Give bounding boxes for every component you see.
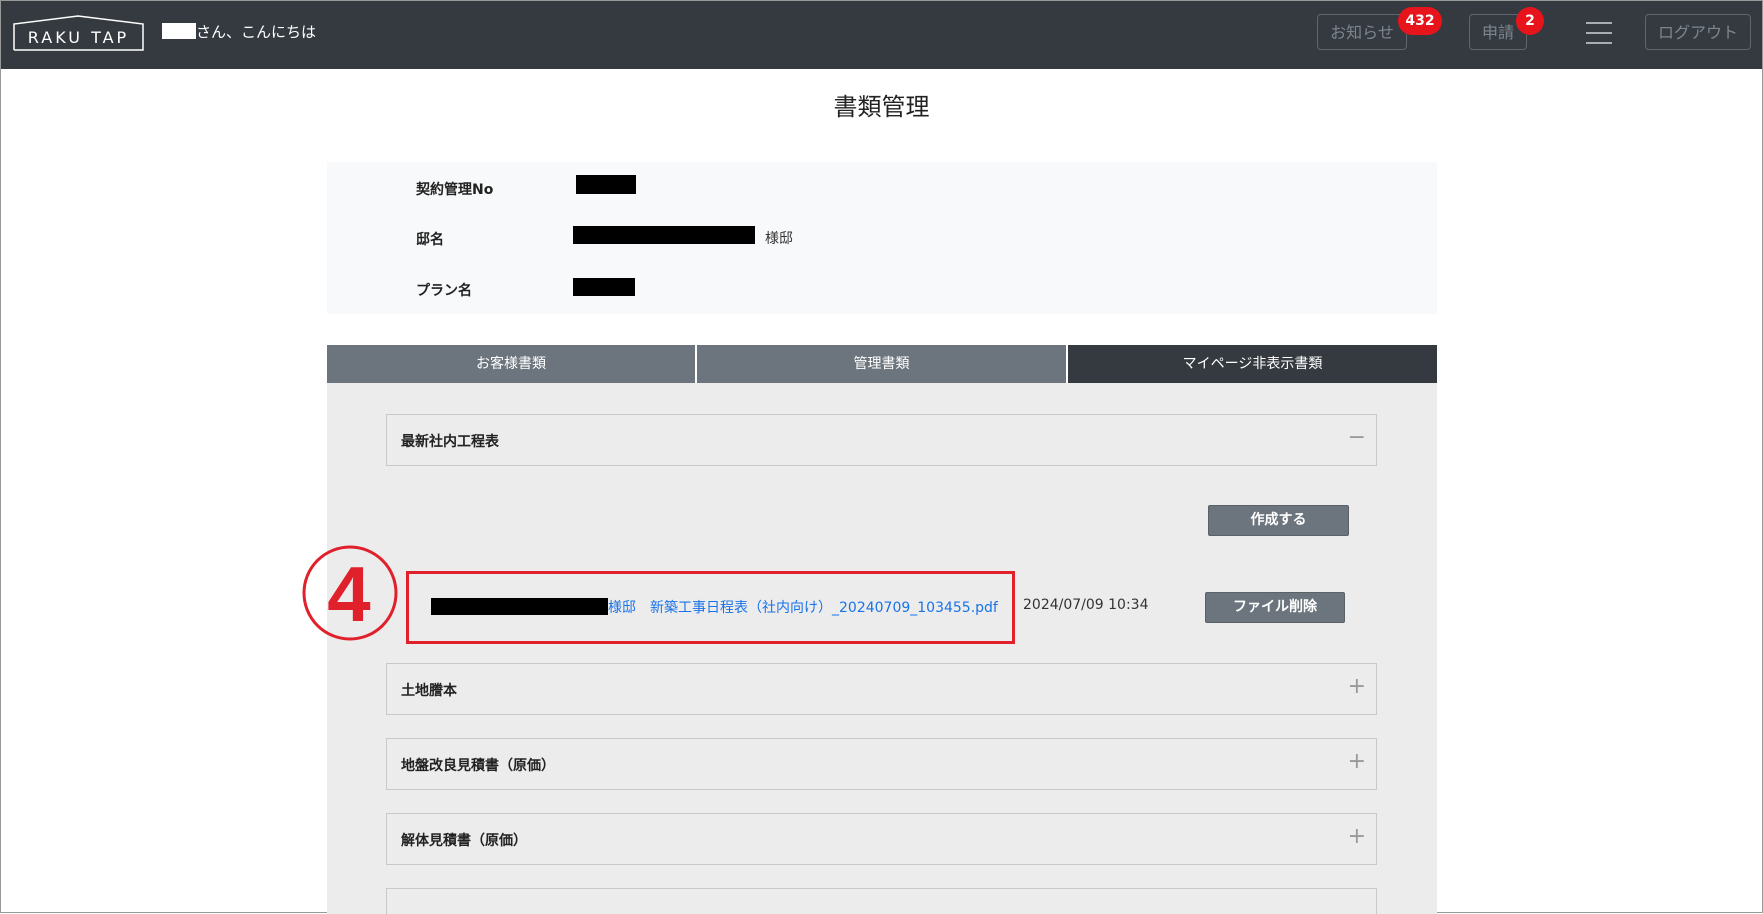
expand-icon[interactable]: + xyxy=(1348,674,1366,699)
delete-file-button[interactable]: ファイル削除 xyxy=(1205,592,1345,623)
tab-management-documents[interactable]: 管理書類 xyxy=(697,345,1066,383)
logout-button[interactable]: ログアウト xyxy=(1645,14,1751,50)
request-count-badge: 2 xyxy=(1516,7,1544,35)
tab-label: 管理書類 xyxy=(853,356,910,372)
accordion-land-registry[interactable]: 土地謄本 + xyxy=(386,663,1377,715)
tab-label: マイページ非表示書類 xyxy=(1182,356,1323,372)
page-title: 書類管理 xyxy=(833,93,930,121)
expand-icon[interactable]: + xyxy=(1348,824,1366,849)
tab-customer-documents[interactable]: お客様書類 xyxy=(327,345,695,383)
tab-label: お客様書類 xyxy=(476,356,546,372)
contract-info-box: 契約管理No 邸名 様邸 プラン名 xyxy=(327,162,1437,314)
highlight-box xyxy=(406,571,1015,644)
plan-label: プラン名 xyxy=(416,283,472,299)
notice-count-badge: 432 xyxy=(1398,7,1442,35)
request-label: 申請 xyxy=(1481,23,1514,42)
accordion-ground-improvement-estimate[interactable]: 地盤改良見積書（原価） + xyxy=(386,738,1377,790)
accordion-latest-schedule[interactable]: 最新社内工程表 − xyxy=(386,414,1377,466)
accordion-title: 最新社内工程表 xyxy=(401,434,499,450)
expand-icon[interactable]: + xyxy=(1348,749,1366,774)
logout-label: ログアウト xyxy=(1657,23,1738,42)
accordion-title: 土地謄本 xyxy=(401,683,457,699)
redacted-residence-name xyxy=(573,226,755,244)
accordion-partial-next[interactable] xyxy=(386,888,1377,914)
residence-label: 邸名 xyxy=(416,232,444,248)
create-button[interactable]: 作成する xyxy=(1208,505,1349,536)
notice-label: お知らせ xyxy=(1330,23,1394,42)
accordion-demolition-estimate[interactable]: 解体見積書（原価） + xyxy=(386,813,1377,865)
logo-text: RAKU TAP xyxy=(27,28,130,47)
redacted-username xyxy=(162,23,196,39)
step-number-annotation: 4 xyxy=(301,544,399,642)
collapse-icon[interactable]: − xyxy=(1348,425,1366,450)
step-circle-icon: 4 xyxy=(302,545,398,641)
redacted-contract-no xyxy=(576,175,636,194)
step-number: 4 xyxy=(327,550,370,638)
file-date: 2024/07/09 10:34 xyxy=(1023,597,1149,613)
contract-no-label: 契約管理No xyxy=(416,182,494,198)
residence-suffix: 様邸 xyxy=(765,231,793,247)
accordion-title: 地盤改良見積書（原価） xyxy=(401,758,555,774)
tab-hidden-documents[interactable]: マイページ非表示書類 xyxy=(1068,345,1437,383)
accordion-title: 解体見積書（原価） xyxy=(401,833,527,849)
redacted-plan-name xyxy=(573,278,635,296)
raku-tap-logo[interactable]: RAKU TAP xyxy=(13,15,144,51)
hamburger-menu-icon[interactable] xyxy=(1586,22,1612,44)
top-navbar: RAKU TAP さん、こんにちは お知らせ 432 申請 2 ログアウト xyxy=(1,1,1762,69)
greeting-text: さん、こんにちは xyxy=(196,23,317,41)
notice-button[interactable]: お知らせ xyxy=(1317,14,1407,50)
